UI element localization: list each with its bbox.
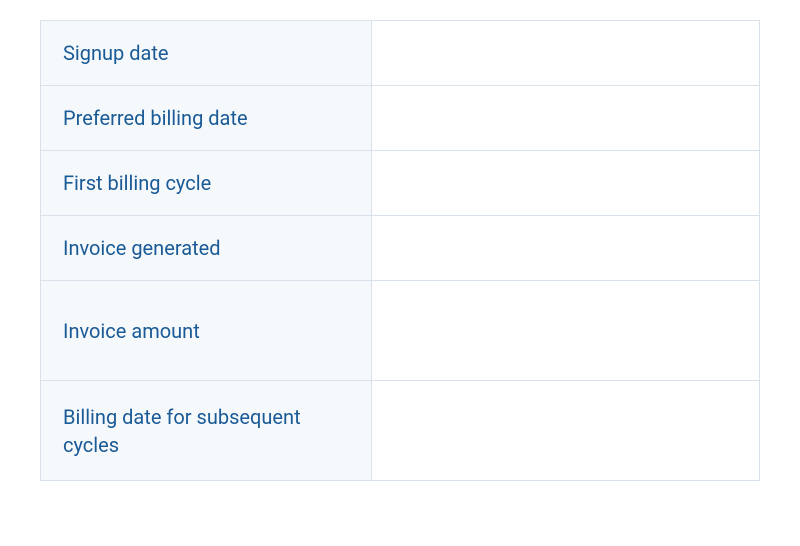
row-value-invoice-amount <box>371 281 760 381</box>
table-row: First billing cycle <box>40 151 760 216</box>
row-value-subsequent-billing-date <box>371 381 760 481</box>
table-row: Invoice generated <box>40 216 760 281</box>
row-value-first-billing-cycle <box>371 151 760 216</box>
row-value-invoice-generated <box>371 216 760 281</box>
billing-details-table: Signup date Preferred billing date First… <box>40 20 760 481</box>
row-label-subsequent-billing-date: Billing date for subsequent cycles <box>40 381 371 481</box>
row-value-signup-date <box>371 20 760 86</box>
table-row: Signup date <box>40 20 760 86</box>
row-label-invoice-generated: Invoice generated <box>40 216 371 281</box>
table-row: Billing date for subsequent cycles <box>40 381 760 481</box>
row-label-first-billing-cycle: First billing cycle <box>40 151 371 216</box>
row-value-preferred-billing-date <box>371 86 760 151</box>
row-label-preferred-billing-date: Preferred billing date <box>40 86 371 151</box>
row-label-signup-date: Signup date <box>40 20 371 86</box>
table-row: Preferred billing date <box>40 86 760 151</box>
table-row: Invoice amount <box>40 281 760 381</box>
row-label-invoice-amount: Invoice amount <box>40 281 371 381</box>
